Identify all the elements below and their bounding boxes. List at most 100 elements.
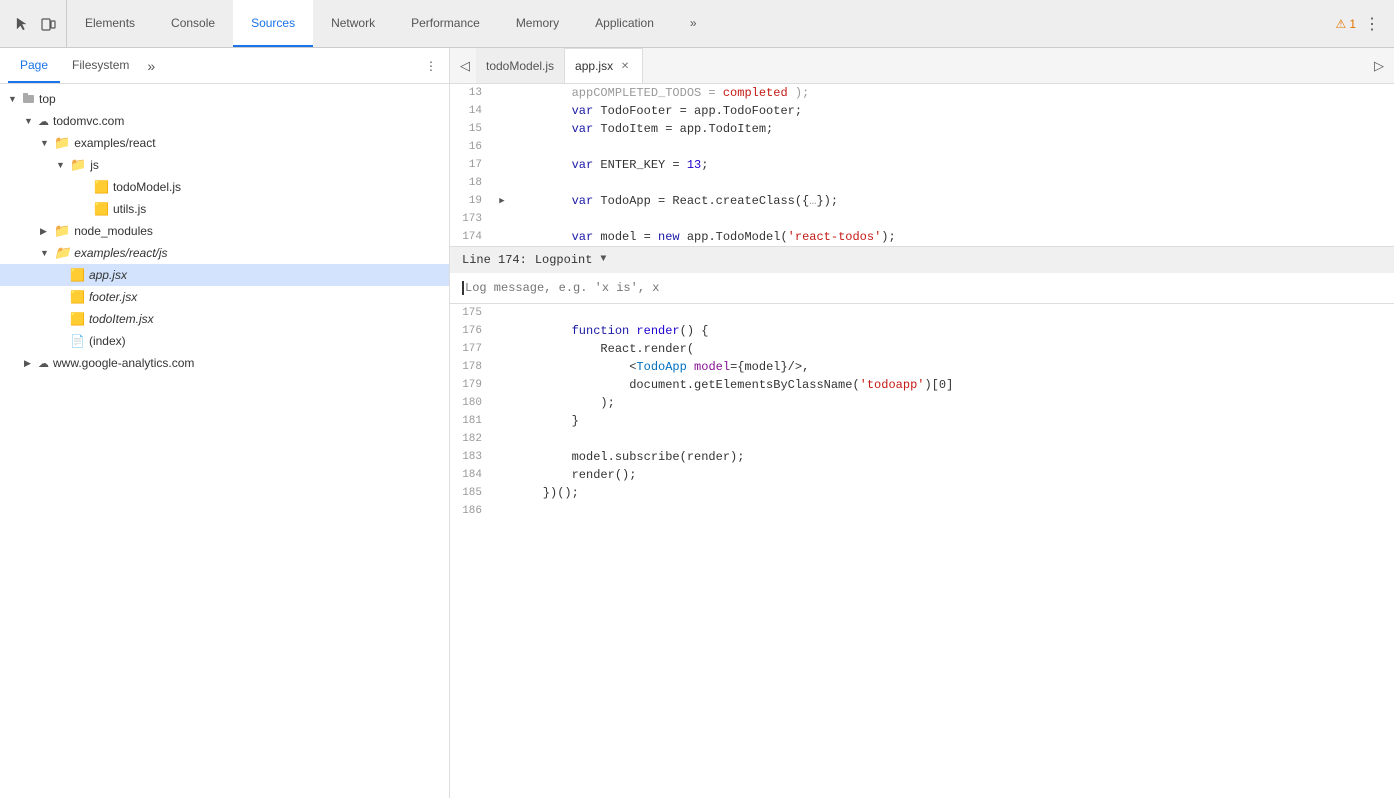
tree-label-google-analytics: www.google-analytics.com bbox=[53, 356, 194, 370]
tab-memory[interactable]: Memory bbox=[498, 0, 577, 47]
file-icon-todoitem-jsx: 🟨 bbox=[70, 312, 85, 326]
arrow-js: ▼ bbox=[56, 160, 70, 170]
code-line-173: 173 bbox=[450, 210, 1394, 228]
tree-item-app-jsx[interactable]: ▶ 🟨 app.jsx bbox=[0, 264, 449, 286]
tree-item-js[interactable]: ▼ 📁 js bbox=[0, 154, 449, 176]
line-num-180: 180 bbox=[450, 394, 494, 412]
line-num-173: 173 bbox=[450, 210, 494, 228]
tree-label-utils: utils.js bbox=[113, 202, 146, 216]
tree-label-top: top bbox=[39, 92, 56, 106]
folder-icon-examples-react-js: 📁 bbox=[54, 245, 70, 261]
tree-item-footer-jsx[interactable]: ▶ 🟨 footer.jsx bbox=[0, 286, 449, 308]
logpoint-input[interactable] bbox=[465, 277, 1382, 299]
tree-item-google-analytics[interactable]: ▶ ☁ www.google-analytics.com bbox=[0, 352, 449, 374]
code-line-14: 14 var TodoFooter = app.TodoFooter; bbox=[450, 102, 1394, 120]
editor-tab-appjsx[interactable]: app.jsx ✕ bbox=[565, 48, 643, 83]
tab-performance[interactable]: Performance bbox=[393, 0, 498, 47]
code-area[interactable]: 13 appCOMPLETED_TODOS = completed ); 14 … bbox=[450, 84, 1394, 798]
line-num-184: 184 bbox=[450, 466, 494, 484]
panel-tab-more-icon[interactable]: » bbox=[141, 58, 161, 74]
code-text-185: })(); bbox=[510, 484, 1394, 502]
top-bar: Elements Console Sources Network Perform… bbox=[0, 0, 1394, 48]
logpoint-input-row bbox=[450, 273, 1394, 303]
code-line-175: 175 bbox=[450, 304, 1394, 322]
editor-tab-prev-icon[interactable]: ◁ bbox=[454, 58, 476, 74]
code-text-179: document.getElementsByClassName('todoapp… bbox=[510, 376, 1394, 394]
pointer-tool-icon[interactable] bbox=[12, 14, 32, 34]
warning-badge[interactable]: ⚠ 1 bbox=[1336, 17, 1356, 31]
settings-icon[interactable]: ⋮ bbox=[1362, 14, 1382, 34]
code-line-182: 182 bbox=[450, 430, 1394, 448]
line-num-174: 174 bbox=[450, 228, 494, 246]
tree-item-top[interactable]: ▼ top bbox=[0, 88, 449, 110]
tree-item-todomodel[interactable]: ▶ 🟨 todoModel.js bbox=[0, 176, 449, 198]
tree-item-todomvc[interactable]: ▼ ☁ todomvc.com bbox=[0, 110, 449, 132]
code-text-177: React.render( bbox=[510, 340, 1394, 358]
warning-icon: ⚠ bbox=[1336, 17, 1347, 31]
tree-label-examples-react: examples/react bbox=[74, 136, 155, 150]
code-text-19: var TodoApp = React.createClass({…}); bbox=[510, 192, 1394, 210]
line-num-175: 175 bbox=[450, 304, 494, 322]
code-text-17: var ENTER_KEY = 13; bbox=[510, 156, 1394, 174]
main-content: Page Filesystem » ⋮ ▼ top ▼ ☁ todomvc.co… bbox=[0, 48, 1394, 798]
file-icon-utils: 🟨 bbox=[94, 202, 109, 216]
line-num-181: 181 bbox=[450, 412, 494, 430]
logpoint-dropdown-arrow[interactable]: ▼ bbox=[600, 251, 606, 269]
code-line-176: 176 function render() { bbox=[450, 322, 1394, 340]
tree-item-index[interactable]: ▶ 📄 (index) bbox=[0, 330, 449, 352]
arrow-19[interactable]: ▶ bbox=[494, 192, 510, 210]
tree-label-todomodel: todoModel.js bbox=[113, 180, 181, 194]
arrow-todomvc: ▼ bbox=[24, 116, 38, 126]
code-text-174: var model = new app.TodoModel('react-tod… bbox=[510, 228, 1394, 246]
code-line-15: 15 var TodoItem = app.TodoItem; bbox=[450, 120, 1394, 138]
tree-label-index: (index) bbox=[89, 334, 126, 348]
file-icon-todomodel: 🟨 bbox=[94, 180, 109, 194]
line-num-183: 183 bbox=[450, 448, 494, 466]
line-num-18: 18 bbox=[450, 174, 494, 192]
left-panel: Page Filesystem » ⋮ ▼ top ▼ ☁ todomvc.co… bbox=[0, 48, 450, 798]
tab-more[interactable]: » bbox=[672, 0, 715, 47]
line-num-176: 176 bbox=[450, 322, 494, 340]
line-num-179: 179 bbox=[450, 376, 494, 394]
logpoint-header: Line 174: Logpoint ▼ bbox=[450, 247, 1394, 273]
tab-application[interactable]: Application bbox=[577, 0, 672, 47]
editor-tab-collapse-icon[interactable]: ▷ bbox=[1368, 58, 1390, 74]
tree-label-footer-jsx: footer.jsx bbox=[89, 290, 137, 304]
code-line-177: 177 React.render( bbox=[450, 340, 1394, 358]
tree-label-todoitem-jsx: todoItem.jsx bbox=[89, 312, 154, 326]
editor-tab-todomodel[interactable]: todoModel.js bbox=[476, 48, 565, 83]
editor-tab-appjsx-close[interactable]: ✕ bbox=[618, 59, 632, 73]
code-line-19: 19 ▶ var TodoApp = React.createClass({…}… bbox=[450, 192, 1394, 210]
tree-label-examples-react-js: examples/react/js bbox=[74, 246, 167, 260]
tab-filesystem[interactable]: Filesystem bbox=[60, 48, 141, 83]
tree-item-examples-react-js[interactable]: ▼ 📁 examples/react/js bbox=[0, 242, 449, 264]
code-text-13: appCOMPLETED_TODOS = completed ); bbox=[510, 84, 1394, 102]
device-toggle-icon[interactable] bbox=[38, 14, 58, 34]
code-text-181: } bbox=[510, 412, 1394, 430]
tab-page[interactable]: Page bbox=[8, 48, 60, 83]
tree-item-examples-react[interactable]: ▼ 📁 examples/react bbox=[0, 132, 449, 154]
folder-icon-top bbox=[22, 91, 35, 107]
code-text-176: function render() { bbox=[510, 322, 1394, 340]
tab-sources[interactable]: Sources bbox=[233, 0, 313, 47]
panel-action-menu-icon[interactable]: ⋮ bbox=[421, 56, 441, 76]
code-line-178: 178 <TodoApp model={model}/>, bbox=[450, 358, 1394, 376]
code-line-179: 179 document.getElementsByClassName('tod… bbox=[450, 376, 1394, 394]
code-line-184: 184 render(); bbox=[450, 466, 1394, 484]
tab-console[interactable]: Console bbox=[153, 0, 233, 47]
logpoint-type-label: Logpoint bbox=[535, 251, 593, 269]
devtools-icons bbox=[4, 0, 67, 47]
arrow-top: ▼ bbox=[8, 94, 22, 104]
line-num-186: 186 bbox=[450, 502, 494, 520]
arrow-node-modules: ▶ bbox=[40, 226, 54, 237]
tree-item-todoitem-jsx[interactable]: ▶ 🟨 todoItem.jsx bbox=[0, 308, 449, 330]
folder-icon-examples-react: 📁 bbox=[54, 135, 70, 151]
tree-label-app-jsx: app.jsx bbox=[89, 268, 127, 282]
tree-item-utils[interactable]: ▶ 🟨 utils.js bbox=[0, 198, 449, 220]
line-num-177: 177 bbox=[450, 340, 494, 358]
tab-network[interactable]: Network bbox=[313, 0, 393, 47]
code-text-15: var TodoItem = app.TodoItem; bbox=[510, 120, 1394, 138]
code-text-184: render(); bbox=[510, 466, 1394, 484]
tab-elements[interactable]: Elements bbox=[67, 0, 153, 47]
tree-item-node-modules[interactable]: ▶ 📁 node_modules bbox=[0, 220, 449, 242]
